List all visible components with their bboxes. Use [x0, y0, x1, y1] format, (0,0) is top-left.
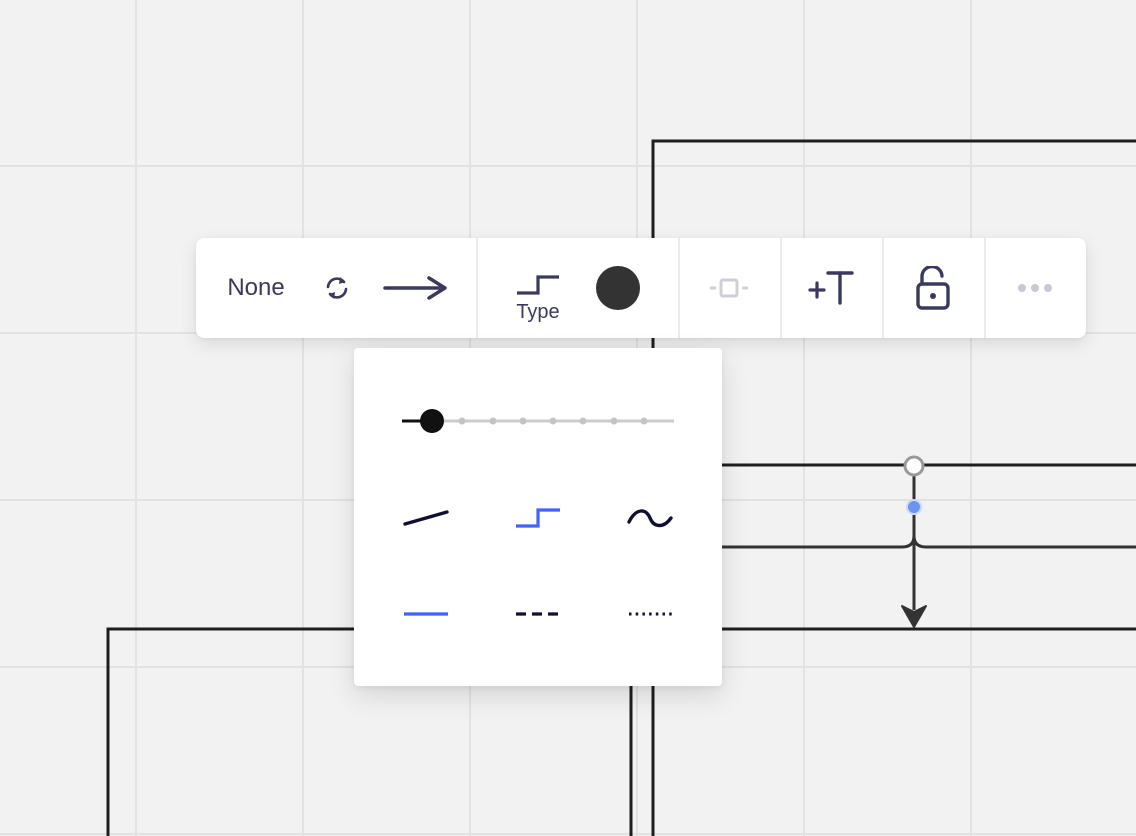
start-cap-label: None	[227, 274, 285, 301]
swap-arrows-icon	[326, 277, 348, 299]
color-button[interactable]	[588, 238, 648, 338]
line-shape-curved[interactable]	[620, 498, 680, 538]
dashed-line-icon	[516, 612, 560, 616]
elbow-connector-icon	[517, 275, 559, 295]
waypoint-icon	[710, 278, 748, 298]
line-style-dashed[interactable]	[508, 594, 568, 634]
line-shape-straight[interactable]	[396, 498, 456, 538]
solid-line-icon	[404, 612, 448, 616]
toolbar-divider	[476, 238, 478, 338]
connector-type-label: Type	[516, 301, 560, 323]
end-cap-button[interactable]	[380, 238, 452, 338]
unlock-icon	[916, 266, 950, 310]
thickness-slider-thumb[interactable]	[420, 409, 444, 433]
swap-ends-button[interactable]	[314, 238, 360, 338]
thickness-step[interactable]	[640, 417, 648, 425]
elbow-line-icon	[516, 508, 560, 528]
connector-type-button[interactable]: Type	[502, 238, 574, 338]
start-cap-button[interactable]: None	[216, 238, 296, 338]
thickness-step[interactable]	[549, 417, 557, 425]
more-options-button[interactable]	[1002, 238, 1068, 338]
dotted-line-icon	[629, 612, 672, 616]
toolbar-divider	[882, 238, 884, 338]
toolbar-divider	[780, 238, 782, 338]
arrow-right-icon	[383, 276, 447, 300]
connector-style-panel	[354, 348, 722, 686]
curved-line-icon	[627, 509, 673, 528]
add-text-button[interactable]	[798, 238, 864, 338]
connector-midpoint-handle[interactable]	[906, 499, 922, 515]
toolbar-divider	[984, 238, 986, 338]
color-swatch-icon	[596, 266, 640, 310]
selected-connector[interactable]	[722, 476, 1136, 628]
connector-start-handle[interactable]	[903, 455, 925, 477]
thickness-step[interactable]	[519, 417, 527, 425]
waypoint-button[interactable]	[696, 238, 762, 338]
thickness-slider[interactable]	[398, 403, 688, 439]
line-style-solid[interactable]	[396, 594, 456, 634]
line-style-dotted[interactable]	[620, 594, 680, 634]
add-text-icon	[808, 271, 854, 305]
thickness-step[interactable]	[579, 417, 587, 425]
connector-toolbar: None Type	[196, 238, 1086, 338]
more-dots-icon	[1018, 284, 1052, 292]
thickness-step[interactable]	[458, 417, 466, 425]
toolbar-divider	[678, 238, 680, 338]
line-shape-elbow[interactable]	[508, 498, 568, 538]
straight-line-icon	[403, 510, 449, 526]
lock-button[interactable]	[900, 238, 966, 338]
thickness-step[interactable]	[610, 417, 618, 425]
thickness-step[interactable]	[489, 417, 497, 425]
